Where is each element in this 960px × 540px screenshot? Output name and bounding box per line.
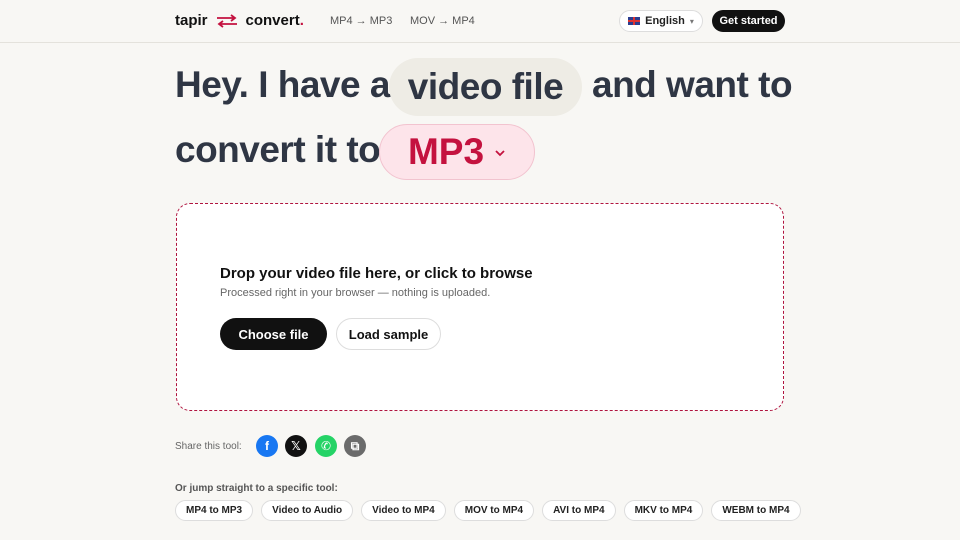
tool-chip-webm-to-mp4[interactable]: WEBM to MP4 <box>711 500 801 521</box>
logo[interactable]: tapir convert . <box>175 12 304 29</box>
nav-link-mp4-mp3[interactable]: MP4 → MP3 <box>330 15 392 27</box>
logo-dot: . <box>299 12 304 29</box>
tool-chip-mp4-to-mp3[interactable]: MP4 to MP3 <box>175 500 254 521</box>
copy-link-button[interactable]: ⧉ <box>344 435 366 457</box>
dropzone-title: Drop your video file here, or click to b… <box>220 265 533 282</box>
tool-chip-mkv-to-mp4[interactable]: MKV to MP4 <box>623 500 704 521</box>
hero-line1-prefix: Hey. I have a <box>175 64 390 105</box>
tool-chip-list: MP4 to MP3 Video to Audio Video to MP4 M… <box>175 500 801 521</box>
hero-line1-suffix: and want to <box>592 64 793 105</box>
share-label: Share this tool: <box>175 441 242 452</box>
uk-flag-icon <box>628 17 641 25</box>
dropzone-subtitle: Processed right in your browser — nothin… <box>220 287 491 299</box>
nav-link-mov-mp4[interactable]: MOV → MP4 <box>410 15 475 27</box>
load-sample-button[interactable]: Load sample <box>336 318 441 350</box>
target-format-label: MP3 <box>407 131 485 172</box>
tool-chip-mov-to-mp4[interactable]: MOV to MP4 <box>453 500 535 521</box>
source-type-label: video file <box>407 66 564 107</box>
chevron-down-icon <box>494 149 506 157</box>
tool-chip-video-to-mp4[interactable]: Video to MP4 <box>361 500 446 521</box>
logo-text-right: convert <box>245 12 300 29</box>
tool-chip-video-to-audio[interactable]: Video to Audio <box>261 500 354 521</box>
tool-chip-avi-to-mp4[interactable]: AVI to MP4 <box>542 500 616 521</box>
x-share-button[interactable]: 𝕏 <box>285 435 307 457</box>
choose-file-button[interactable]: Choose file <box>220 318 327 350</box>
target-format-dropdown[interactable]: MP3 <box>379 124 535 180</box>
logo-text-left: tapir <box>175 12 208 29</box>
hero-line2-prefix: convert it to <box>175 129 381 170</box>
get-started-button[interactable]: Get started <box>712 10 785 32</box>
chevron-down-icon: ▾ <box>689 16 694 26</box>
language-selector[interactable]: English ▾ <box>619 10 703 32</box>
facebook-share-button[interactable]: f <box>256 435 278 457</box>
jump-label: Or jump straight to a specific tool: <box>175 483 338 494</box>
whatsapp-share-button[interactable]: ✆ <box>315 435 337 457</box>
site-header: tapir convert . MP4 → MP3 MOV → MP4 Engl… <box>0 0 960 43</box>
swap-arrows-icon <box>215 13 239 28</box>
file-dropzone[interactable]: Drop your video file here, or click to b… <box>176 203 784 411</box>
language-label: English <box>645 15 685 27</box>
source-type-selector[interactable]: video file <box>389 58 582 116</box>
